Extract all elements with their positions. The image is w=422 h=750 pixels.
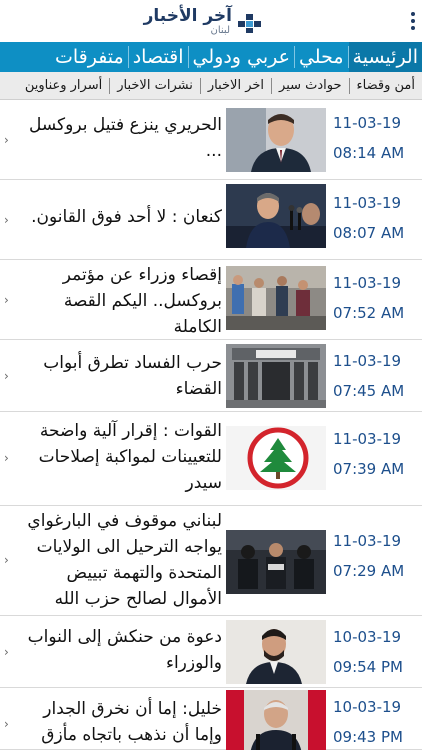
news-timestamp: 11-03-19 07:45 AM [333,350,419,402]
chevron-right-icon: › [4,369,9,383]
news-headline: الحريري ينزع فتيل بروكسل ... [29,115,222,161]
news-timestamp: 11-03-19 07:39 AM [333,428,419,480]
news-headline: حرب الفساد تطرق أبواب القضاء [43,353,222,399]
news-row[interactable]: دعوة من حنكش إلى النواب والوزراء › 10-03… [0,616,422,688]
news-time: 08:07 AM [333,224,405,242]
subtab-security-justice[interactable]: أمن وقضاء [350,72,422,99]
chevron-right-icon: › [4,553,9,567]
news-time: 09:43 PM [333,728,403,746]
chevron-right-icon: › [4,133,9,147]
tab-local[interactable]: محلي [295,42,348,72]
news-headline: خليل: إما أن نخرق الجدار وإما أن نذهب با… [41,699,222,745]
news-row[interactable]: إقصاء وزراء عن مؤتمر بروكسل.. اليكم القص… [0,260,422,340]
news-headline: لبناني موقوف في البارغواي يواجه الترحيل … [27,511,222,609]
tab-economy[interactable]: اقتصاد [129,42,188,72]
news-time: 07:29 AM [333,562,405,580]
news-thumbnail [226,266,326,330]
subtab-traffic-accidents[interactable]: حوادث سير [272,72,349,99]
sub-nav: أمن وقضاء حوادث سير اخر الاخبار نشرات ال… [0,72,422,100]
news-timestamp: 11-03-19 07:52 AM [333,272,419,324]
subtab-latest-news[interactable]: اخر الاخبار [201,72,271,99]
news-timestamp: 11-03-19 08:14 AM [333,112,419,164]
news-list: الحريري ينزع فتيل بروكسل ... › 11-03-19 … [0,100,422,750]
news-thumbnail [226,426,326,490]
news-date: 11-03-19 [333,532,402,550]
news-timestamp: 11-03-19 08:07 AM [333,192,419,244]
news-date: 11-03-19 [333,430,402,448]
news-date: 11-03-19 [333,274,402,292]
overflow-menu-icon[interactable] [410,12,416,30]
news-row[interactable]: القوات : إقرار آلية واضحة للتعيينات لموا… [0,412,422,506]
tab-home[interactable]: الرئيسية [348,42,422,72]
news-date: 11-03-19 [333,114,402,132]
subtab-news-bulletins[interactable]: نشرات الاخبار [110,72,200,99]
news-timestamp: 10-03-19 09:54 PM [333,626,419,678]
news-date: 10-03-19 [333,698,402,716]
news-row[interactable]: كنعان : لا أحد فوق القانون. › 11-03-19 0… [0,180,422,260]
chevron-right-icon: › [4,451,9,465]
news-headline: إقصاء وزراء عن مؤتمر بروكسل.. اليكم القص… [62,265,222,337]
news-row[interactable]: الحريري ينزع فتيل بروكسل ... › 11-03-19 … [0,100,422,180]
news-thumbnail [226,184,326,248]
app-header: آخر الأخبار لبنان [0,0,422,42]
main-nav: الرئيسية محلي عربي ودولي اقتصاد متفرقات [0,42,422,72]
news-thumbnail [226,108,326,172]
news-row[interactable]: لبناني موقوف في البارغواي يواجه الترحيل … [0,506,422,616]
tab-arab-international[interactable]: عربي ودولي [189,42,294,72]
news-thumbnail [226,690,326,750]
news-time: 07:45 AM [333,382,405,400]
chevron-right-icon: › [4,645,9,659]
news-date: 11-03-19 [333,352,402,370]
news-thumbnail [226,344,326,408]
news-date: 10-03-19 [333,628,402,646]
app-logo[interactable]: آخر الأخبار لبنان [143,6,264,38]
news-time: 07:52 AM [333,304,405,322]
news-headline: دعوة من حنكش إلى النواب والوزراء [27,627,222,673]
chevron-right-icon: › [4,213,9,227]
news-time: 09:54 PM [333,658,403,676]
news-timestamp: 10-03-19 09:43 PM [333,696,419,748]
news-date: 11-03-19 [333,194,402,212]
news-headline: كنعان : لا أحد فوق القانون. [31,207,222,227]
news-headline: القوات : إقرار آلية واضحة للتعيينات لموا… [38,421,222,493]
tab-miscellaneous[interactable]: متفرقات [51,42,128,72]
news-time: 08:14 AM [333,144,405,162]
news-row[interactable]: خليل: إما أن نخرق الجدار وإما أن نذهب با… [0,688,422,750]
news-thumbnail [226,620,326,684]
logo-title: آخر الأخبار [143,6,232,26]
news-thumbnail [226,530,326,594]
subtab-secrets-headlines[interactable]: أسرار وعناوين [18,72,109,99]
news-row[interactable]: حرب الفساد تطرق أبواب القضاء › 11-03-19 … [0,340,422,412]
chevron-right-icon: › [4,293,9,307]
chevron-right-icon: › [4,717,9,731]
logo-subtitle: لبنان [210,25,230,36]
news-time: 07:39 AM [333,460,405,478]
logo-mark-icon [238,14,261,33]
news-timestamp: 11-03-19 07:29 AM [333,530,419,582]
